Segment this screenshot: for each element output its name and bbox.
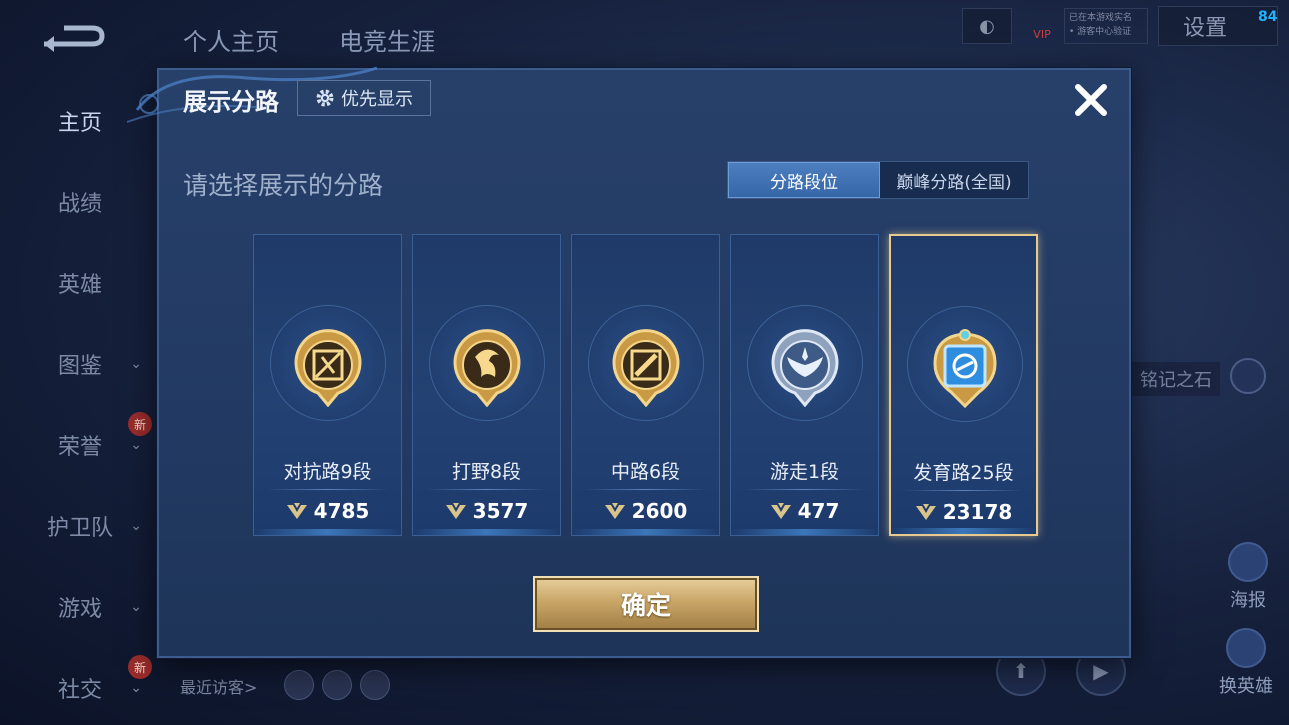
sidebar: 主页 战绩 英雄 图鉴 ⌄ 新荣誉 ⌄ 护卫队 ⌄ 游戏 ⌄ 新社交 ⌄: [0, 80, 160, 725]
auth-text-1: 已在本游戏实名: [1069, 13, 1133, 23]
lane-points-value: 477: [797, 499, 840, 523]
segment-peak-lane-national[interactable]: 巅峰分路(全国): [880, 162, 1028, 198]
priority-display-button[interactable]: 优先显示: [297, 80, 431, 116]
rank-points-icon: [915, 504, 936, 520]
card-divider: [903, 490, 1024, 491]
poster-label: 海报: [1230, 590, 1266, 611]
card-divider: [425, 489, 548, 490]
vip-badge[interactable]: VIP: [1024, 8, 1060, 44]
sidebar-item-collection[interactable]: 图鉴 ⌄: [0, 323, 160, 404]
lane-points-value: 2600: [631, 499, 688, 523]
lane-mode-segment: 分路段位 巅峰分路(全国): [727, 161, 1029, 199]
dialog-title: 展示分路: [183, 88, 279, 116]
sidebar-item-label: 战绩: [57, 191, 102, 217]
lane-card-clash[interactable]: 对抗路9段 4785: [253, 234, 402, 536]
rank-points-icon: [770, 503, 791, 519]
lane-points: 23178: [891, 500, 1036, 524]
recent-visitors-link[interactable]: 最近访客>: [180, 674, 257, 698]
poster-icon: [1228, 542, 1268, 582]
rank-points-icon: [445, 503, 466, 519]
lane-points: 477: [731, 499, 878, 523]
lane-name: 中路6段: [610, 461, 681, 483]
qq-icon[interactable]: ◐: [962, 8, 1012, 44]
profile-tabs: 个人主页 电竞生涯: [183, 22, 435, 57]
close-icon: [1075, 84, 1107, 116]
lane-points-value: 3577: [472, 499, 529, 523]
lane-name: 游走1段: [769, 461, 840, 483]
lane-name: 对抗路9段: [283, 461, 372, 483]
visitor-avatar[interactable]: [322, 670, 352, 700]
lane-points-value: 4785: [313, 499, 370, 523]
segment-lane-rank[interactable]: 分路段位: [728, 162, 880, 198]
lane-points: 2600: [572, 499, 719, 523]
lane-cards: 对抗路9段 4785 打野8段 3577 中路6段 2600 游走1段 477 …: [253, 234, 1038, 536]
lane-points: 3577: [413, 499, 560, 523]
priority-display-label: 优先显示: [341, 89, 413, 110]
visitor-avatar[interactable]: [360, 670, 390, 700]
sidebar-item-label: 游戏: [57, 596, 102, 622]
dialog-subtitle: 请选择展示的分路: [183, 171, 384, 200]
lane-card-mid[interactable]: 中路6段 2600: [571, 234, 720, 536]
lane-card-jungle[interactable]: 打野8段 3577: [412, 234, 561, 536]
lane-display-dialog: 展示分路 优先显示 请选择展示的分路 分路段位 巅峰分路(全国) 对抗路9段 4…: [127, 66, 1131, 658]
card-divider: [584, 489, 707, 490]
farm-lane-emblem-icon: [933, 329, 997, 408]
clash-lane-emblem-icon: [294, 329, 362, 407]
tab-esports-career[interactable]: 电竞生涯: [339, 22, 435, 57]
card-divider: [743, 489, 866, 490]
sidebar-item-label: 图鉴: [57, 353, 102, 379]
new-badge: 新: [128, 412, 152, 436]
sidebar-item-social[interactable]: 新社交 ⌄: [0, 647, 160, 725]
card-divider: [266, 489, 389, 490]
sidebar-item-records[interactable]: 战绩: [0, 161, 160, 242]
back-arrow-icon[interactable]: [40, 22, 106, 54]
chevron-down-icon: ⌄: [130, 679, 142, 696]
sidebar-item-label: 社交: [57, 677, 102, 703]
swap-hero-icon: [1226, 628, 1266, 668]
tab-personal-home[interactable]: 个人主页: [183, 22, 279, 57]
close-button[interactable]: [1069, 78, 1113, 122]
chevron-down-icon: ⌄: [130, 355, 142, 372]
dialog-header: 展示分路 优先显示: [127, 66, 1129, 126]
confirm-button[interactable]: 确定: [533, 576, 759, 632]
lane-name: 发育路25段: [913, 462, 1014, 484]
poster-button[interactable]: 海报: [1220, 542, 1276, 612]
lane-name: 打野8段: [451, 461, 522, 483]
chevron-down-icon: ⌄: [130, 436, 142, 453]
new-badge: 新: [128, 655, 152, 679]
lane-points: 4785: [254, 499, 401, 523]
chevron-down-icon: ⌄: [130, 598, 142, 615]
sidebar-item-honors[interactable]: 新荣誉 ⌄: [0, 404, 160, 485]
mid-lane-emblem-icon: [612, 329, 680, 407]
lane-points-value: 23178: [942, 500, 1013, 524]
sidebar-item-label: 护卫队: [46, 515, 113, 541]
roam-wings-emblem-icon: [771, 329, 839, 407]
rank-points-icon: [604, 503, 625, 519]
chevron-down-icon: ⌄: [130, 517, 142, 534]
jungle-dragon-emblem-icon: [453, 329, 521, 407]
sidebar-item-label: 英雄: [57, 272, 102, 298]
fps-counter: 84: [1258, 9, 1278, 25]
swap-hero-label: 换英雄: [1219, 676, 1273, 697]
visitor-avatar[interactable]: [284, 670, 314, 700]
sidebar-item-label: 荣誉: [57, 434, 102, 460]
auth-text-2: • 游客中心验证: [1069, 27, 1132, 37]
memorial-stone-icon[interactable]: [1230, 358, 1266, 394]
lane-card-farm[interactable]: 发育路25段 23178: [889, 234, 1038, 536]
swap-hero-button[interactable]: 换英雄: [1214, 628, 1278, 698]
sidebar-item-heroes[interactable]: 英雄: [0, 242, 160, 323]
lane-card-roam[interactable]: 游走1段 477: [730, 234, 879, 536]
rank-points-icon: [286, 503, 307, 519]
gear-icon: [316, 89, 334, 107]
sidebar-item-guard-team[interactable]: 护卫队 ⌄: [0, 485, 160, 566]
sidebar-item-label: 主页: [57, 110, 102, 136]
realname-auth-badge[interactable]: 已在本游戏实名 • 游客中心验证: [1064, 8, 1148, 44]
sidebar-item-games[interactable]: 游戏 ⌄: [0, 566, 160, 647]
memorial-stone-label[interactable]: 铭记之石: [1120, 362, 1220, 396]
